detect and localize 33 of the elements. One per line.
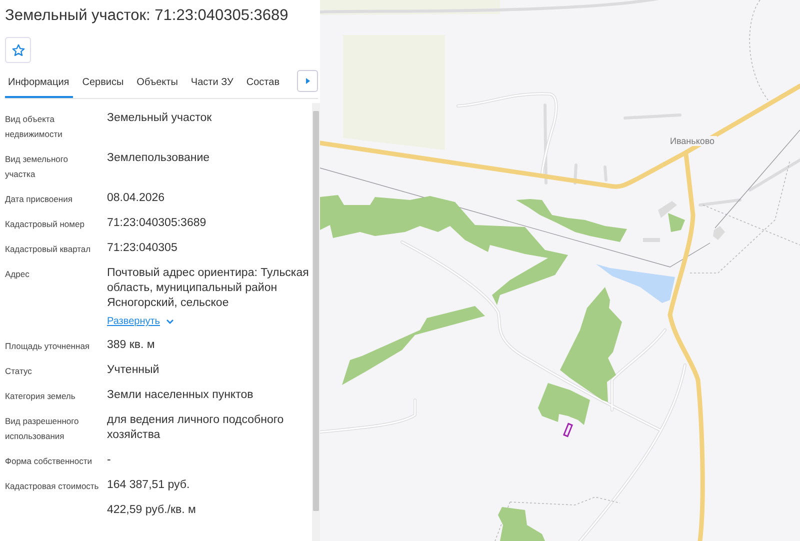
field-value: для ведения личного подсобного хозяйства [107, 413, 285, 443]
field-value: - [107, 453, 112, 468]
field-label: Дата присвоения [5, 193, 74, 206]
tab[interactable]: Части ЗУ [188, 73, 238, 98]
field-value: 71:23:040305:3689 [107, 216, 208, 231]
tab[interactable]: Сервисы [79, 73, 128, 98]
tab[interactable]: Информация [5, 73, 74, 98]
field-label: Кадастровый номер [5, 218, 86, 231]
field-value: 71:23:040305 [107, 241, 178, 256]
page-title: Земельный участок: 71:23:040305:3689 [5, 7, 290, 25]
field-value: Землепользование [107, 151, 211, 166]
tab[interactable]: Объекты [134, 73, 182, 98]
field-value: 422,59 руб./кв. м [107, 503, 197, 518]
field-label: Адрес [5, 268, 30, 281]
field-value: Учтенный [107, 363, 160, 378]
field-label: Статус [5, 365, 33, 378]
field-label: Вид объекта недвижимости [5, 113, 64, 141]
field-value: Земельный участок [107, 111, 213, 126]
field-label: Кадастровый квартал [5, 243, 92, 256]
field-label: Площадь уточненная [5, 340, 91, 353]
field-label: Форма собственности [5, 455, 93, 468]
field-label: Вид земельного участка [5, 153, 70, 181]
tab[interactable]: Состав [243, 73, 284, 98]
field-value: 389 кв. м [107, 338, 156, 353]
place-label: Иваньково [668, 136, 717, 146]
field-value: Почтовый адрес ориентира: Тульская область, муниципальный район Ясногорский, сельское [107, 266, 310, 311]
field-label: Вид разрешенного использования [5, 415, 80, 443]
field-value: 164 387,51 руб. [107, 478, 191, 493]
expand-link[interactable]: Развернуть [107, 316, 174, 327]
field-value: Земли населенных пунктов [107, 388, 254, 403]
field-label: Категория земель [5, 390, 76, 403]
field-value: 08.04.2026 [107, 191, 166, 206]
field-label: Кадастровая стоимость [5, 480, 100, 493]
